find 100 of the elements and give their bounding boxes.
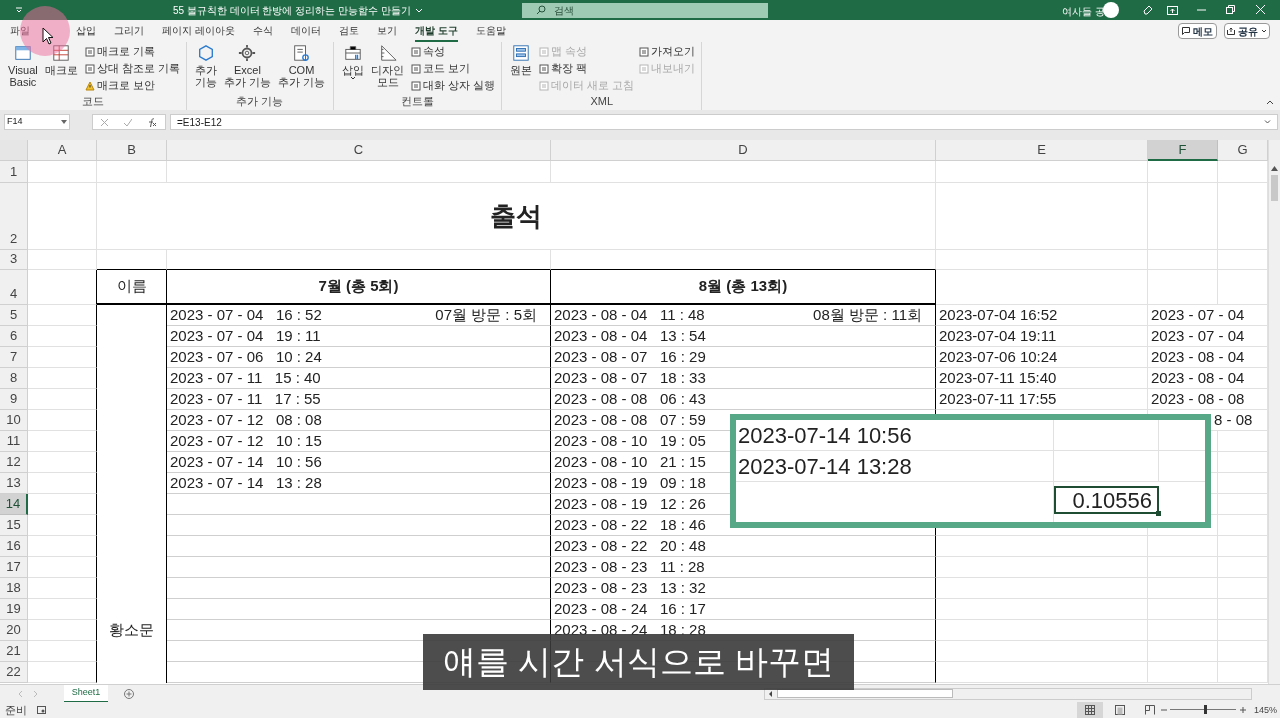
table-cell: 2023 - 08 - 08 06 : 43 bbox=[551, 389, 936, 410]
scroll-up-icon[interactable] bbox=[1271, 166, 1278, 171]
table-cell: 2023 - 08 - 24 16 : 17 bbox=[551, 599, 936, 620]
row-header[interactable]: 18 bbox=[0, 578, 28, 599]
ribbon-button[interactable]: 상대 참조로 기록 bbox=[84, 61, 180, 76]
row-header[interactable]: 1 bbox=[0, 161, 28, 183]
avatar[interactable] bbox=[1103, 2, 1119, 18]
table-cell: 2023-07-06 10:24 bbox=[936, 347, 1148, 368]
vertical-scrollbar[interactable] bbox=[1268, 140, 1280, 684]
menu-tab[interactable]: 데이터 bbox=[290, 20, 321, 42]
menu-tab[interactable]: 보기 bbox=[376, 20, 397, 42]
row-header[interactable]: 19 bbox=[0, 599, 28, 620]
table-cell bbox=[28, 431, 97, 452]
ribbon-button[interactable]: 대화 상자 실행 bbox=[411, 78, 496, 93]
column-header[interactable]: E bbox=[936, 140, 1148, 161]
ribbon-button[interactable]: 추가 기능 bbox=[192, 44, 219, 88]
customize-icon[interactable] bbox=[15, 6, 23, 14]
row-header[interactable]: 6 bbox=[0, 326, 28, 347]
ribbon-button[interactable]: 매크로 기록 bbox=[84, 44, 180, 59]
table-cell: 2023-07-04 19:11 bbox=[936, 326, 1148, 347]
column-header[interactable]: A bbox=[28, 140, 97, 161]
row-header[interactable]: 16 bbox=[0, 536, 28, 557]
ribbon-button[interactable]: COM 추가 기능 bbox=[275, 44, 327, 88]
add-sheet-icon[interactable] bbox=[124, 688, 134, 699]
ribbon-button[interactable]: 원본 bbox=[508, 44, 535, 76]
table-cell bbox=[28, 326, 97, 347]
table-cell bbox=[28, 620, 97, 641]
scroll-thumb[interactable] bbox=[777, 689, 953, 698]
ribbon-button[interactable]: 확장 팩 bbox=[539, 61, 635, 76]
name-box[interactable]: F14 bbox=[4, 114, 70, 130]
column-header[interactable]: G bbox=[1218, 140, 1268, 161]
row-header[interactable]: 15 bbox=[0, 515, 28, 536]
scroll-left-icon[interactable] bbox=[768, 690, 773, 697]
document-icon bbox=[539, 80, 550, 91]
ribbon-button[interactable]: 속성 bbox=[411, 44, 496, 59]
view-button[interactable] bbox=[1077, 702, 1103, 718]
column-header[interactable]: D bbox=[551, 140, 936, 161]
check-icon[interactable] bbox=[124, 118, 132, 126]
ribbon-button[interactable]: 가져오기 bbox=[639, 44, 696, 59]
row-header[interactable]: 22 bbox=[0, 662, 28, 683]
column-header[interactable]: B bbox=[97, 140, 167, 161]
macro-record-icon[interactable] bbox=[37, 706, 46, 714]
share-button[interactable]: 공유 bbox=[1224, 23, 1270, 39]
row-header[interactable]: 9 bbox=[0, 389, 28, 410]
restore-icon[interactable] bbox=[1226, 5, 1235, 14]
search-icon bbox=[536, 5, 546, 15]
row-header[interactable]: 7 bbox=[0, 347, 28, 368]
pen-icon[interactable] bbox=[1143, 5, 1153, 15]
ribbon-button[interactable]: 매크로 bbox=[42, 44, 80, 76]
ribbon-button[interactable]: Excel 추가 기능 bbox=[221, 44, 273, 88]
horizontal-scrollbar[interactable] bbox=[764, 687, 1252, 700]
column-header[interactable]: F bbox=[1148, 140, 1218, 161]
menu-tab[interactable]: 도움말 bbox=[475, 20, 506, 42]
formula-field[interactable]: =E13-E12 bbox=[170, 114, 1278, 130]
row-header[interactable]: 11 bbox=[0, 431, 28, 452]
menu-tab[interactable]: 삽입 bbox=[76, 20, 96, 42]
row-header[interactable]: 21 bbox=[0, 641, 28, 662]
collapse-ribbon-icon[interactable] bbox=[1266, 100, 1274, 105]
row-header[interactable]: 10 bbox=[0, 410, 28, 431]
zoom-slider-thumb[interactable] bbox=[1203, 705, 1207, 714]
document-icon bbox=[411, 63, 421, 74]
row-header[interactable]: 5 bbox=[0, 305, 28, 326]
ribbon-button[interactable]: 디자인 모드 bbox=[369, 44, 406, 88]
page-layout-icon bbox=[1115, 705, 1125, 715]
row-header[interactable]: 14 bbox=[0, 494, 28, 515]
row-header[interactable]: 12 bbox=[0, 452, 28, 473]
memo-button[interactable]: 메모 bbox=[1178, 23, 1217, 39]
row-header[interactable]: 3 bbox=[0, 250, 28, 270]
ribbon-display-icon[interactable] bbox=[1167, 6, 1178, 15]
close-icon[interactable] bbox=[1256, 5, 1265, 14]
function-icon[interactable] bbox=[148, 117, 157, 127]
table-cell bbox=[28, 368, 97, 389]
ribbon-button[interactable]: 매크로 보안 bbox=[84, 78, 180, 93]
selected-cell[interactable]: 0.10556 bbox=[1054, 486, 1159, 514]
row-header[interactable]: 17 bbox=[0, 557, 28, 578]
zoom-in-icon[interactable] bbox=[1240, 707, 1246, 713]
scroll-thumb[interactable] bbox=[1271, 175, 1278, 201]
row-header[interactable]: 8 bbox=[0, 368, 28, 389]
search-field[interactable]: 검색 bbox=[522, 3, 768, 18]
row-header[interactable]: 4 bbox=[0, 270, 28, 305]
table-cell: 2023 - 07 - 14 10 : 56 bbox=[167, 452, 551, 473]
fill-handle[interactable] bbox=[1156, 511, 1161, 516]
ribbon-button[interactable]: 코드 보기 bbox=[411, 61, 496, 76]
row-header[interactable]: 20 bbox=[0, 620, 28, 641]
menu-tab[interactable]: 수식 bbox=[252, 20, 273, 42]
window-title: 55 불규칙한 데이터 한방에 정리하는 만능함수 만들기 bbox=[173, 4, 411, 18]
row-header[interactable]: 2 bbox=[0, 183, 28, 250]
chevron-down-icon[interactable] bbox=[414, 7, 423, 14]
ribbon-button[interactable]: 삽입 bbox=[340, 44, 366, 80]
menu-tab[interactable]: 검토 bbox=[338, 20, 359, 42]
sheet-tab[interactable]: Sheet1 bbox=[64, 684, 108, 703]
menu-tab[interactable]: 페이지 레이아웃 bbox=[162, 20, 235, 42]
table-cell bbox=[28, 473, 97, 494]
row-header[interactable]: 13 bbox=[0, 473, 28, 494]
menu-tab[interactable]: 그리기 bbox=[114, 20, 144, 42]
table-cell: 2023 - 07 - 12 08 : 08 bbox=[167, 410, 551, 431]
ribbon-button[interactable]: Visual Basic bbox=[6, 44, 40, 88]
cell-text: 07월 방문 : 5회 bbox=[435, 304, 537, 325]
table-cell bbox=[28, 161, 97, 183]
column-header[interactable]: C bbox=[167, 140, 551, 161]
